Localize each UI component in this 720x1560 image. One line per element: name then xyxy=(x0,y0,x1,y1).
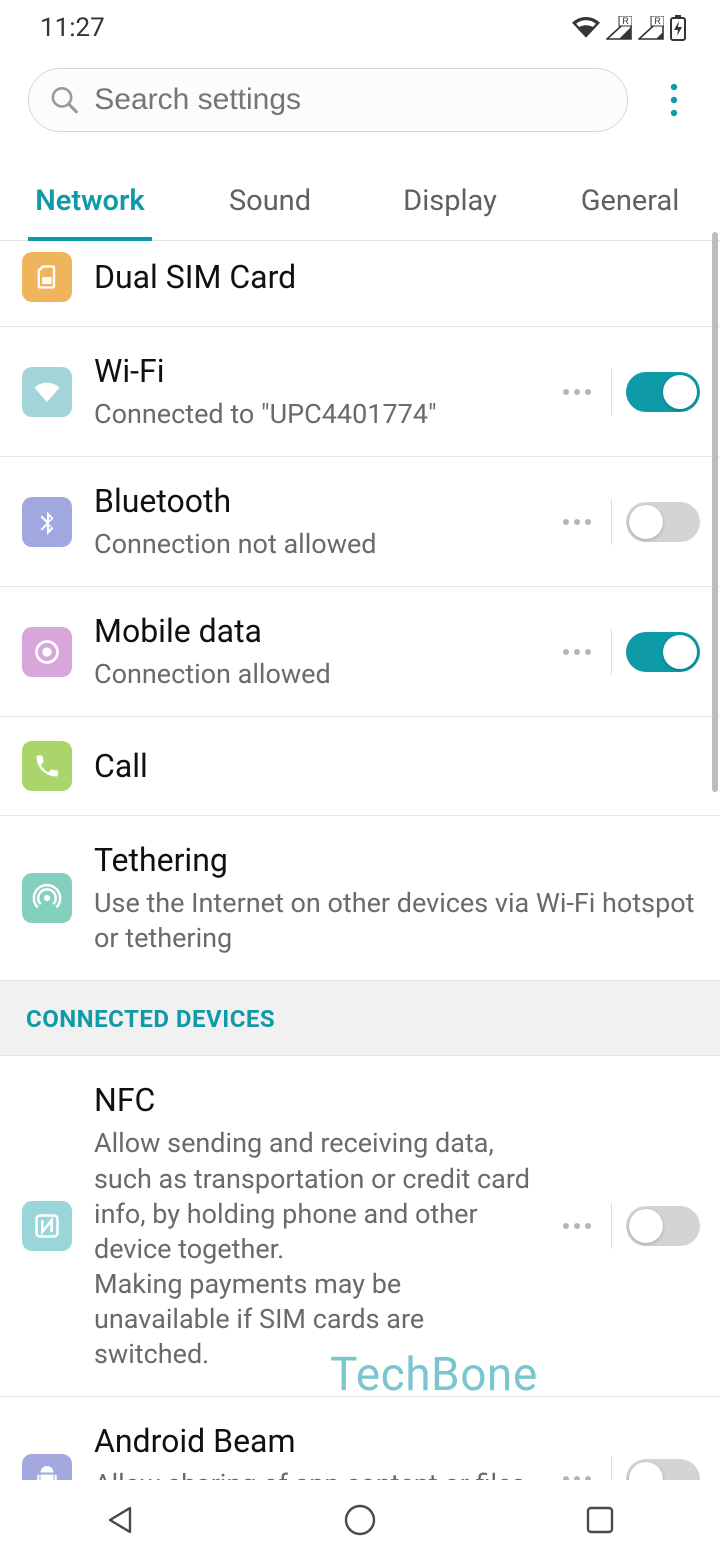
item-bluetooth[interactable]: Bluetooth Connection not allowed xyxy=(0,457,720,587)
item-mobile-data[interactable]: Mobile data Connection allowed xyxy=(0,587,720,717)
recent-apps-button[interactable] xyxy=(540,1490,660,1550)
search-box[interactable] xyxy=(28,68,628,132)
divider xyxy=(611,369,612,415)
more-horiz-icon xyxy=(562,648,592,656)
divider xyxy=(611,1203,612,1249)
navigation-bar xyxy=(0,1480,720,1560)
item-title: Tethering xyxy=(94,840,700,880)
more-options-button[interactable] xyxy=(557,372,597,412)
back-button[interactable] xyxy=(60,1490,180,1550)
search-input[interactable] xyxy=(94,83,607,117)
overflow-menu-button[interactable] xyxy=(646,72,702,128)
more-horiz-icon xyxy=(562,1222,592,1230)
status-time: 11:27 xyxy=(40,13,105,43)
android-icon xyxy=(22,1454,72,1480)
svg-text:R: R xyxy=(654,16,661,26)
hotspot-icon xyxy=(22,873,72,923)
item-subtitle: Connection allowed xyxy=(94,657,535,692)
android-beam-toggle[interactable] xyxy=(626,1459,700,1480)
battery-charging-icon xyxy=(670,15,686,41)
mobile-data-toggle[interactable] xyxy=(626,632,700,672)
item-dual-sim[interactable]: Dual SIM Card xyxy=(0,228,720,327)
item-title: Dual SIM Card xyxy=(94,257,700,297)
item-title: Mobile data xyxy=(94,611,535,651)
more-options-button[interactable] xyxy=(557,1206,597,1246)
item-subtitle: Connection not allowed xyxy=(94,527,535,562)
search-icon xyxy=(49,83,80,117)
item-wifi[interactable]: Wi-Fi Connected to "UPC4401774" xyxy=(0,327,720,457)
divider xyxy=(611,629,612,675)
more-horiz-icon xyxy=(562,388,592,396)
phone-icon xyxy=(22,741,72,791)
wifi-icon xyxy=(572,17,600,39)
more-vert-icon xyxy=(670,83,678,117)
item-title: Call xyxy=(94,746,700,786)
divider xyxy=(611,1456,612,1480)
signal-roaming-2-icon: R xyxy=(638,16,664,40)
more-options-button[interactable] xyxy=(557,1459,597,1480)
status-icons: R R xyxy=(572,15,686,41)
bluetooth-icon xyxy=(22,497,72,547)
item-title: Bluetooth xyxy=(94,481,535,521)
settings-list[interactable]: Dual SIM Card Wi-Fi Connected to "UPC440… xyxy=(0,228,720,1480)
signal-roaming-1-icon: R xyxy=(606,16,632,40)
item-tethering[interactable]: Tethering Use the Internet on other devi… xyxy=(0,816,720,980)
nfc-icon xyxy=(22,1201,72,1251)
wifi-icon xyxy=(22,367,72,417)
item-title: NFC xyxy=(94,1080,535,1120)
item-subtitle: Use the Internet on other devices via Wi… xyxy=(94,886,700,956)
item-android-beam[interactable]: Android Beam Allow sharing of app conten… xyxy=(0,1397,720,1480)
more-horiz-icon xyxy=(562,518,592,526)
item-title: Wi-Fi xyxy=(94,351,535,391)
mobile-data-icon xyxy=(22,627,72,677)
more-options-button[interactable] xyxy=(557,502,597,542)
divider xyxy=(611,499,612,545)
sim-card-icon xyxy=(22,252,72,302)
triangle-back-icon xyxy=(102,1502,138,1538)
square-recent-icon xyxy=(584,1504,616,1536)
section-header-connected-devices: CONNECTED DEVICES xyxy=(0,980,720,1056)
item-subtitle: Allow sending and receiving data, such a… xyxy=(94,1126,535,1372)
nfc-toggle[interactable] xyxy=(626,1206,700,1246)
search-row xyxy=(0,56,720,144)
status-bar: 11:27 R R xyxy=(0,0,720,56)
home-button[interactable] xyxy=(300,1490,420,1550)
item-call[interactable]: Call xyxy=(0,717,720,816)
more-options-button[interactable] xyxy=(557,632,597,672)
wifi-toggle[interactable] xyxy=(626,372,700,412)
bluetooth-toggle[interactable] xyxy=(626,502,700,542)
circle-home-icon xyxy=(342,1502,378,1538)
item-title: Android Beam xyxy=(94,1421,535,1461)
svg-text:R: R xyxy=(622,16,629,26)
item-subtitle: Connected to "UPC4401774" xyxy=(94,397,535,432)
item-subtitle: Allow sharing of app content or files by… xyxy=(94,1467,535,1480)
item-nfc[interactable]: NFC Allow sending and receiving data, su… xyxy=(0,1056,720,1397)
scrollbar[interactable] xyxy=(712,232,718,792)
